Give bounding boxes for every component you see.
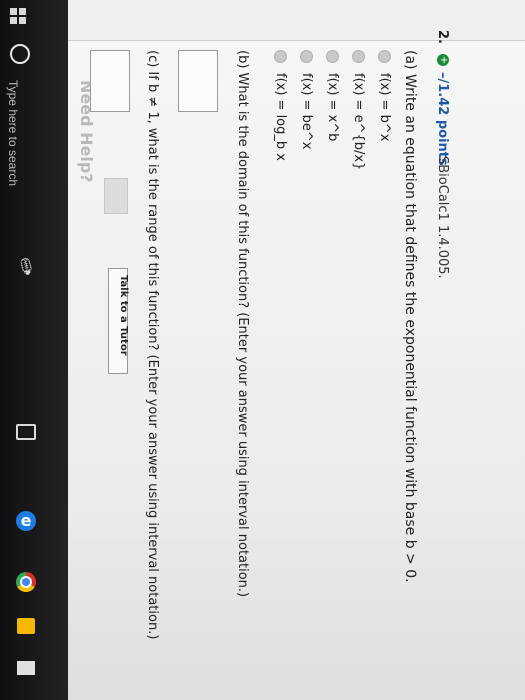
expand-plus-icon[interactable]: + — [437, 54, 449, 66]
part-b-answer-input[interactable] — [178, 50, 218, 112]
option-2[interactable]: f(x) = e^{b/x} — [351, 50, 366, 170]
edge-browser-icon[interactable]: e — [14, 509, 38, 533]
radio-button[interactable] — [352, 50, 365, 63]
part-a-prompt: (a) Write an equation that defines the e… — [402, 50, 418, 583]
option-1-label: f(x) = b^x — [377, 73, 392, 142]
question-source: SBioCalc1 1.4.005. — [435, 156, 450, 279]
option-5-label: f(x) = log_b x — [273, 73, 288, 161]
radio-button[interactable] — [326, 50, 339, 63]
file-explorer-icon[interactable] — [14, 656, 38, 680]
part-c-prompt: (c) If b ≠ 1, what is the range of this … — [145, 50, 160, 640]
question-number: 2. — [435, 30, 450, 44]
option-4-label: f(x) = be^x — [299, 73, 314, 150]
store-icon[interactable] — [14, 614, 38, 638]
search-icon[interactable] — [10, 44, 30, 64]
part-b-prompt: (b) What is the domain of this function?… — [235, 50, 250, 598]
search-placeholder: Type here to search — [6, 79, 21, 187]
option-1[interactable]: f(x) = b^x — [377, 50, 392, 141]
windows-start-icon[interactable] — [10, 8, 26, 24]
radio-button[interactable] — [274, 50, 287, 63]
radio-button[interactable] — [300, 50, 313, 63]
option-3-label: f(x) = x^b — [325, 73, 340, 142]
taskbar-search-box[interactable]: Type here to search — [2, 70, 42, 200]
question-points: –/1.42 points — [435, 72, 450, 166]
option-4[interactable]: f(x) = be^x — [299, 50, 314, 149]
question-2: 2. + –/1.42 points SBioCalc1 1.4.005. (a… — [78, 28, 458, 668]
part-c-answer-input[interactable] — [90, 50, 130, 112]
chrome-browser-icon[interactable] — [14, 570, 38, 594]
option-5[interactable]: f(x) = log_b x — [273, 50, 288, 161]
radio-button[interactable] — [378, 50, 391, 63]
task-view-icon[interactable] — [14, 420, 38, 444]
option-2-label: f(x) = e^{b/x} — [351, 73, 366, 171]
taskbar: Type here to search 🎙 e — [0, 0, 68, 700]
microphone-icon[interactable]: 🎙 — [14, 254, 38, 278]
option-3[interactable]: f(x) = x^b — [325, 50, 340, 141]
